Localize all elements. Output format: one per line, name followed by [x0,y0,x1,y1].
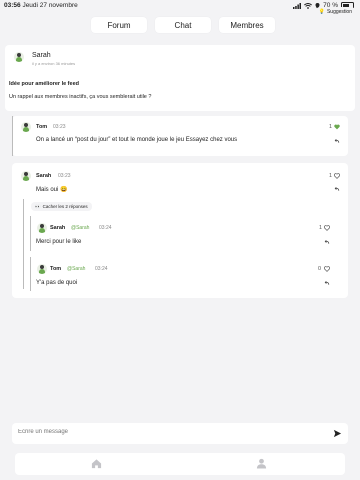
comment-time: 03:23 [58,173,71,179]
reply-time: 03:24 [95,266,108,272]
post-body: Un rappel aux membres inactifs, ça vous … [9,94,152,100]
status-date: Jeudi 27 novembre [22,2,78,9]
comment-text: On a lancé un “post du jour” et tout le … [36,137,238,143]
post-time: il y a environ 36 minutes [32,61,76,66]
status-bar: 03:56 Jeudi 27 novembre 70 % [0,0,360,12]
like-count: 1 [329,124,333,130]
like-count: 1 [319,225,323,231]
eye-icon: 👀 [35,203,41,209]
comment-text: Mais oui 😄 [36,187,68,193]
hide-replies-button[interactable]: 👀 Cacher les 2 réponses [31,202,92,211]
send-icon[interactable] [333,429,342,438]
reply-text: Merci pour le like [36,239,82,245]
heart-outline-icon[interactable] [324,225,330,231]
post-author[interactable]: Sarah [32,52,51,59]
reply-time: 03:24 [99,225,112,231]
heart-outline-icon[interactable] [324,266,330,272]
thread-line [30,257,31,291]
tab-bar: Forum Chat Membres [91,17,275,33]
tag-label: Suggestion [326,9,352,15]
reply-author[interactable]: Tom [50,266,61,272]
avatar[interactable] [21,122,31,132]
reply-mention[interactable]: @Sarah [67,266,85,272]
comment-author[interactable]: Tom [36,124,47,130]
thread-line [30,216,31,251]
profile-icon[interactable] [256,458,267,469]
lightbulb-icon: 💡 [318,9,325,15]
like-count: 1 [329,173,333,179]
hide-replies-label: Cacher les 2 réponses [42,204,88,209]
bottom-nav [15,453,345,475]
comment-card [12,116,348,156]
thread-line [23,199,24,289]
reply-text: Y'a pas de quoi [36,280,78,286]
avatar[interactable] [37,264,47,274]
like-count: 0 [318,266,322,272]
post-card [5,45,355,111]
heart-outline-icon[interactable] [334,173,340,179]
tag-badge[interactable]: 💡 Suggestion [314,7,356,17]
thread-line [12,116,13,156]
reply-mention[interactable]: @Sarah [71,225,89,231]
home-icon[interactable] [91,458,102,469]
avatar[interactable] [21,171,31,181]
avatar[interactable] [37,223,47,233]
tab-membres[interactable]: Membres [219,17,275,33]
avatar[interactable] [14,52,24,62]
reply-author[interactable]: Sarah [50,225,65,231]
message-composer [12,423,348,444]
tab-chat[interactable]: Chat [155,17,211,33]
message-input[interactable] [18,429,318,435]
tab-forum[interactable]: Forum [91,17,147,33]
reply-icon[interactable] [334,138,340,144]
wifi-icon [304,2,313,9]
reply-icon[interactable] [334,186,340,192]
post-title: Idée pour améliorer le feed [9,81,79,87]
status-time: 03:56 [4,2,21,9]
comment-author[interactable]: Sarah [36,173,51,179]
reply-icon[interactable] [324,280,330,286]
reply-icon[interactable] [324,239,330,245]
signal-icon [293,2,302,9]
heart-filled-icon[interactable] [334,124,340,130]
comment-time: 03:23 [53,124,66,130]
